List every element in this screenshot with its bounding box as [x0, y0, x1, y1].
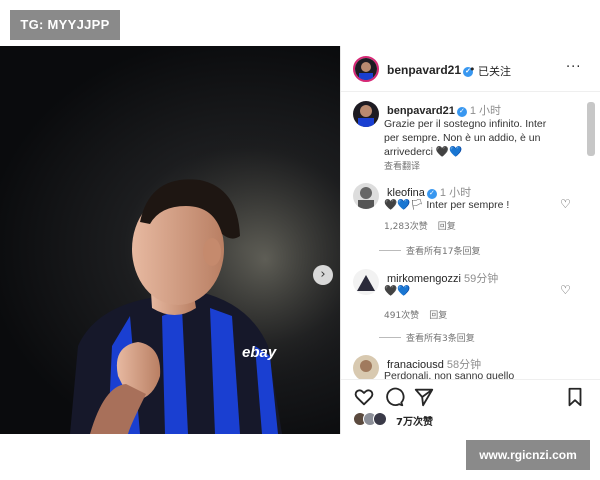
comment-item: kleofina ✓ 1 小时 🖤💙🏳 Inter per sempre ! ♡ 1… [341, 183, 583, 263]
comments-scrollbar[interactable] [587, 102, 595, 156]
jersey-sponsor-text: ebay [242, 344, 277, 361]
like-heart-icon[interactable] [353, 386, 375, 408]
caption-time: 1 小时 [469, 105, 502, 117]
view-replies-link[interactable]: 查看所有3条回复 [406, 331, 475, 344]
caption-comment: benpavard21 ✓ 1 小时 Grazie per il sostegno … [341, 101, 583, 172]
author-username-text[interactable]: benpavard21 [387, 63, 461, 77]
comment-avatar-image [353, 269, 379, 295]
comment-avatar-image [353, 183, 379, 209]
caption-username[interactable]: benpavard21 [387, 105, 455, 117]
like-heart-icon[interactable]: ♡ [560, 198, 574, 210]
likes-count[interactable]: 7万次赞 [396, 413, 433, 428]
next-image-button[interactable]: › [313, 265, 333, 285]
author-avatar-image [355, 58, 377, 80]
post-action-bar: 7万次赞 [341, 379, 600, 434]
more-options-icon[interactable]: ··· [566, 60, 581, 75]
comment-item: franaciousd 58分钟 Perdonali, non sanno que… [341, 355, 583, 379]
reply-button[interactable]: 回复 [438, 222, 456, 232]
comment-avatar[interactable] [353, 269, 379, 295]
liker-avatar [373, 412, 387, 426]
comments-list: benpavard21 ✓ 1 小时 Grazie per il sostegno … [341, 93, 583, 379]
comment-text: 🖤💙🏳 Inter per sempre ! [384, 199, 510, 211]
comment-meta: 1,283次赞 回复 [384, 219, 466, 232]
caption-header: benpavard21 ✓ 1 小时 [387, 102, 501, 118]
site-watermark: www.rgicnzi.com [466, 440, 590, 470]
caption-text: Grazie per il sostegno infinito. Inter p… [384, 117, 580, 159]
author-username[interactable]: benpavard21 ✓ [387, 63, 474, 77]
player-photo-illustration [0, 46, 340, 434]
header-separator: • [469, 63, 476, 76]
save-bookmark-icon[interactable] [564, 386, 586, 408]
following-button[interactable]: 已关注 [478, 63, 511, 79]
verified-icon: ✓ [456, 107, 467, 117]
comment-avatar[interactable] [353, 355, 379, 379]
tg-label-badge: TG: MYYJJPP [10, 10, 120, 40]
comment-item: mirkomengozzi 59分钟 🖤💙 ♡ 491次赞 回复 查看所有3条回复 [341, 269, 583, 349]
caption-avatar-image [353, 101, 379, 127]
post-photo[interactable]: ebay › [0, 46, 340, 434]
caption-line: Grazie per il sostegno infinito. Inter [384, 118, 547, 130]
comment-avatar-image [353, 355, 379, 379]
reply-button[interactable]: 回复 [429, 311, 447, 321]
translate-link[interactable]: 查看翻译 [384, 159, 420, 172]
comment-text: Perdonali, non sanno quello [384, 370, 515, 379]
instagram-post: ebay › benpavard21 ✓ • 已关注 ··· benpavard… [0, 46, 600, 434]
like-heart-icon[interactable]: ♡ [560, 284, 574, 296]
post-header: benpavard21 ✓ • 已关注 ··· [341, 46, 600, 92]
caption-line: arrivederci 🖤💙 [384, 146, 463, 158]
share-send-icon[interactable] [413, 386, 435, 408]
comment-bubble-icon[interactable] [383, 386, 405, 408]
caption-line: per sempre. Non è un addio, è un [384, 132, 541, 144]
view-replies-link[interactable]: 查看所有17条回复 [406, 244, 480, 257]
comment-likes[interactable]: 1,283次赞 [384, 222, 428, 232]
author-avatar[interactable] [353, 56, 379, 82]
comments-panel: benpavard21 ✓ • 已关注 ··· benpavard21 ✓ 1 小时 … [340, 46, 600, 434]
caption-avatar[interactable] [353, 101, 379, 127]
comment-avatar[interactable] [353, 183, 379, 209]
comment-text: 🖤💙 [384, 285, 411, 297]
comment-meta: 491次赞 回复 [384, 308, 457, 321]
comment-likes[interactable]: 491次赞 [384, 311, 419, 321]
